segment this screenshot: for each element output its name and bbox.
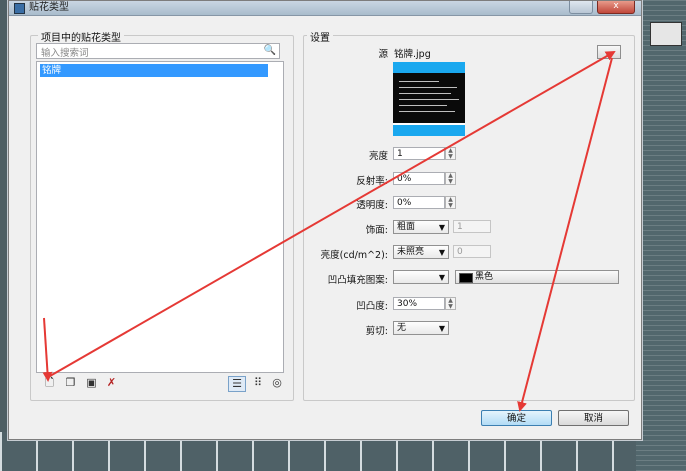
annotation-arrow-to-browse — [49, 51, 616, 377]
annotation-arrows — [42, 51, 616, 412]
annotation-arrow-to-ok — [517, 57, 613, 412]
annotation-arrow-to-new — [42, 317, 53, 382]
